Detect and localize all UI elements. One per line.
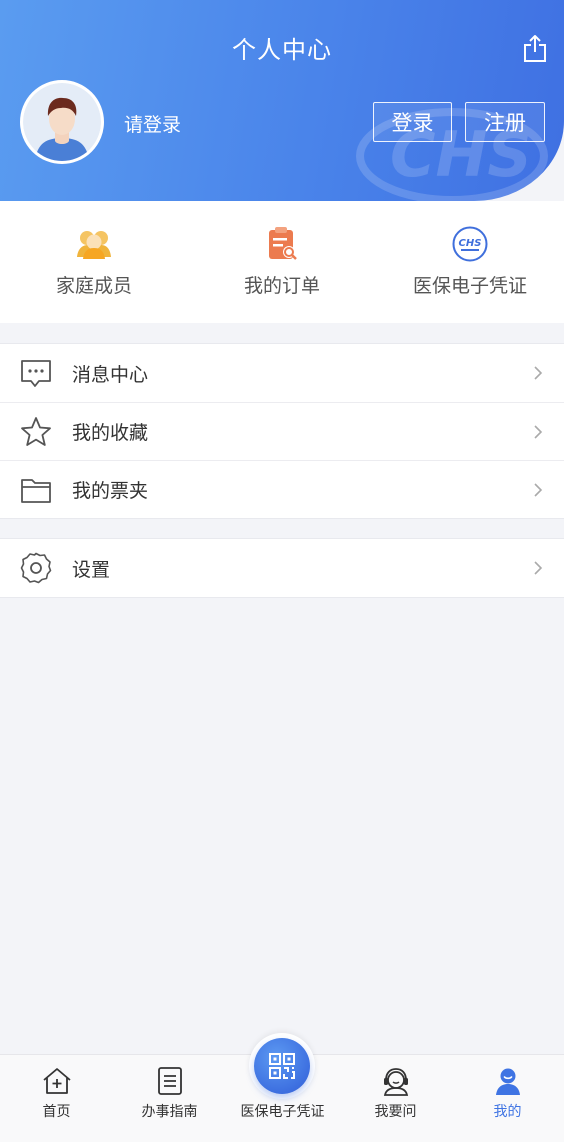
quick-entries: 家庭成员 我的订单 CHS 医保电子凭证 — [0, 201, 564, 323]
menu-item-label: 我的票夹 — [72, 480, 149, 502]
quick-entry-label: 医保电子凭证 — [412, 275, 527, 297]
share-icon[interactable] — [522, 34, 548, 64]
menu-item-label: 设置 — [72, 558, 111, 581]
home-icon — [42, 1068, 71, 1094]
quick-entry-family-members[interactable]: 家庭成员 — [0, 201, 188, 323]
folder-icon — [21, 479, 51, 503]
message-bubble-icon — [21, 360, 51, 387]
page-title: 个人中心 — [232, 36, 332, 64]
profile-icon — [495, 1068, 520, 1095]
login-button[interactable]: 登录 — [373, 102, 452, 142]
menu-group-settings: 设置 — [0, 538, 564, 598]
customer-service-icon — [383, 1068, 408, 1096]
tab-label: 办事指南 — [141, 1104, 198, 1120]
quick-entry-medical-e-voucher[interactable]: CHS 医保电子凭证 — [376, 201, 564, 323]
tab-medical-e-voucher[interactable]: 医保电子凭证 — [226, 1055, 339, 1142]
tab-home[interactable]: 首页 — [0, 1055, 113, 1142]
star-icon — [21, 417, 51, 446]
menu-item-label: 消息中心 — [72, 363, 149, 386]
tab-label: 医保电子凭证 — [240, 1104, 325, 1120]
menu-item-my-favorites[interactable]: 我的收藏 — [0, 402, 564, 460]
chevron-right-icon — [534, 483, 543, 497]
quick-entry-label: 我的订单 — [243, 275, 320, 297]
menu-item-label: 我的收藏 — [72, 422, 149, 444]
chevron-right-icon — [534, 561, 543, 575]
menu-item-settings[interactable]: 设置 — [0, 539, 564, 597]
family-members-icon — [77, 231, 111, 259]
tab-guide[interactable]: 办事指南 — [113, 1055, 226, 1142]
tab-mine[interactable]: 我的 — [451, 1055, 564, 1142]
order-clipboard-icon — [269, 227, 297, 260]
svg-text:CHS: CHS — [459, 238, 482, 249]
quick-entry-label: 家庭成员 — [55, 275, 132, 297]
menu-item-my-ticket-folder[interactable]: 我的票夹 — [0, 460, 564, 518]
chevron-right-icon — [534, 366, 543, 380]
avatar[interactable] — [20, 80, 104, 164]
menu-item-message-center[interactable]: 消息中心 — [0, 344, 564, 402]
tab-ask[interactable]: 我要问 — [339, 1055, 452, 1142]
login-prompt-link[interactable]: 请登录 — [124, 110, 181, 137]
bottom-tab-bar: 首页 办事指南 医保电子凭证 我要问 我的 — [0, 1033, 564, 1142]
chs-logo-icon: CHS — [452, 226, 488, 262]
tab-label: 首页 — [42, 1104, 71, 1120]
gear-icon — [20, 552, 52, 584]
guide-list-icon — [157, 1067, 182, 1095]
register-button[interactable]: 注册 — [465, 102, 545, 142]
quick-entry-my-orders[interactable]: 我的订单 — [188, 201, 376, 323]
menu-group-primary: 消息中心 我的收藏 我的票夹 — [0, 343, 564, 519]
tab-label-active: 我的 — [493, 1104, 522, 1120]
user-avatar-icon — [23, 83, 101, 161]
profile-header: CHS 个人中心 请登录 登录 注册 — [0, 0, 564, 201]
tab-label: 我要问 — [374, 1104, 417, 1120]
chevron-right-icon — [534, 425, 543, 439]
